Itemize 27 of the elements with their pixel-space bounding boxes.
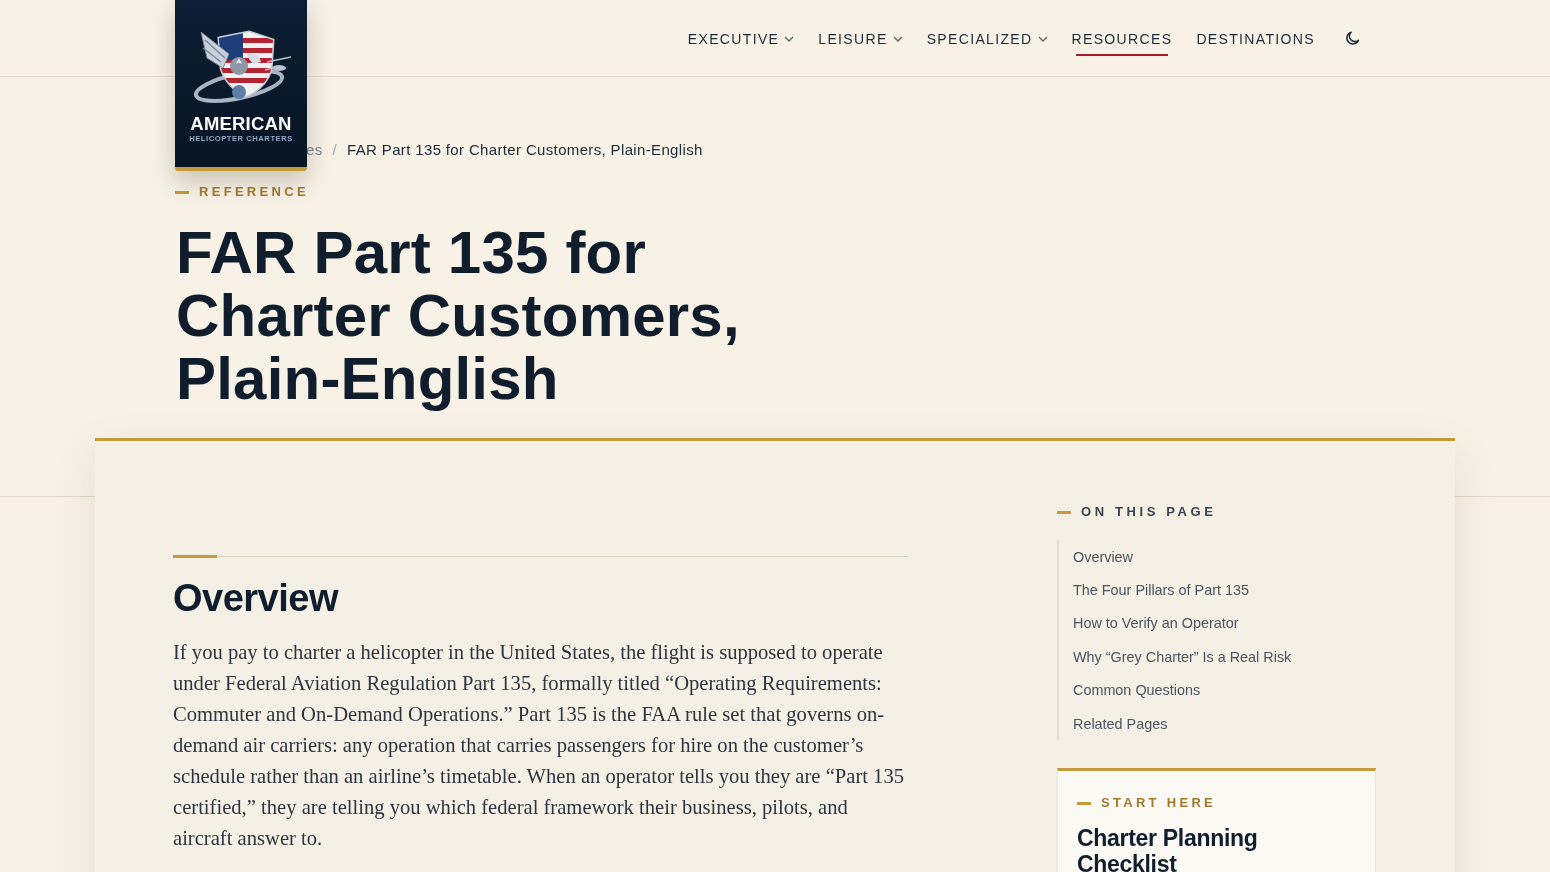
nav-link[interactable]: RESOURCES bbox=[1071, 20, 1173, 56]
breadcrumb-link[interactable]: FAR Part 135 for Charter Customers, Plain-English bbox=[347, 140, 703, 160]
toc-link[interactable]: The Four Pillars of Part 135 bbox=[1073, 581, 1249, 600]
toc-heading: ON THIS PAGE bbox=[1081, 503, 1217, 521]
nav-link[interactable]: SPECIALIZED bbox=[926, 20, 1048, 56]
section-heading: Overview bbox=[173, 576, 340, 620]
promo-eyebrow: START HERE bbox=[1101, 794, 1217, 813]
section-eyebrow: REFERENCE bbox=[199, 183, 309, 201]
page-title: FAR Part 135 for Charter Customers, Plain-English bbox=[176, 221, 741, 410]
moon-icon bbox=[1345, 30, 1361, 46]
promo-title-link[interactable]: Charter Planning Checklist bbox=[1077, 825, 1297, 872]
nav-link[interactable]: LEISURE bbox=[818, 20, 903, 56]
toc-link[interactable]: Overview bbox=[1073, 547, 1133, 566]
toc-link[interactable]: Common Questions bbox=[1073, 681, 1201, 700]
toc-link[interactable]: How to Verify an Operator bbox=[1073, 614, 1239, 633]
breadcrumb-separator: / bbox=[332, 140, 338, 160]
breadcrumb-link[interactable]: es bbox=[306, 140, 323, 160]
theme-toggle-button[interactable] bbox=[1345, 30, 1361, 46]
toc-link[interactable]: Related Pages bbox=[1073, 714, 1168, 733]
body-paragraph: If you pay to charter a helicopter in the United States, the flight is supposed to operate under Federal Aviation Regulation Part 135, formally titled “Operating Requirements: Commuter and On-Demand Operations.” Part 135 is the FAA rule set that governs on-demand air carriers: any operation that carries passengers for hire on the customer’s schedule rather than an airline’s timetable. When an operator tells you they are “Part 135 certified,” they are telling you which federal framework their business, pilots, and aircraft answer to. bbox=[173, 640, 905, 851]
eyebrow-dash-icon bbox=[175, 190, 189, 194]
nav-link[interactable]: EXECUTIVE bbox=[687, 20, 795, 56]
eyebrow-dash-icon bbox=[1077, 801, 1091, 805]
eyebrow-dash-icon bbox=[1057, 510, 1071, 514]
toc-link[interactable]: Why “Grey Charter” Is a Real Risk bbox=[1073, 647, 1292, 666]
nav-link[interactable]: DESTINATIONS bbox=[1196, 20, 1315, 56]
logo-wordmark: AMERICAN bbox=[190, 114, 292, 134]
